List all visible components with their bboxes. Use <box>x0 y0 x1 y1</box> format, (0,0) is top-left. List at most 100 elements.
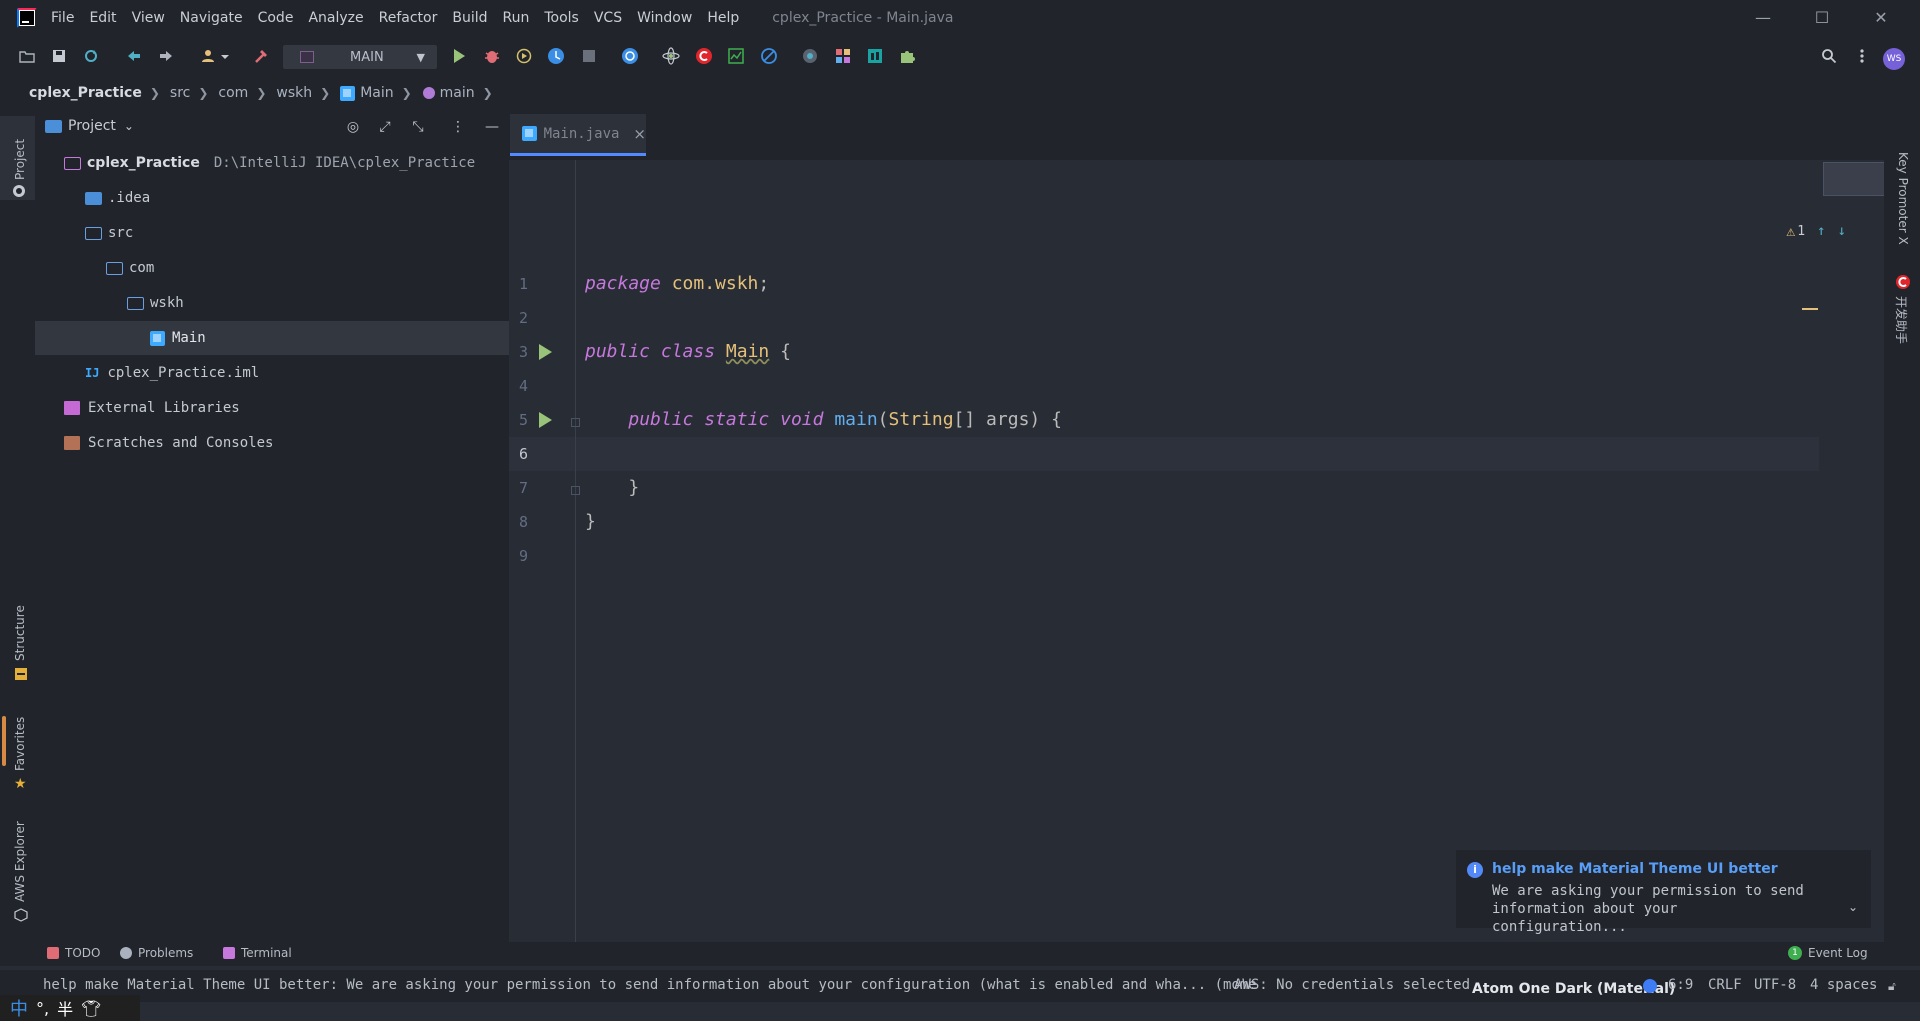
menu-vcs[interactable]: VCS <box>594 10 622 26</box>
back-arrow-icon[interactable] <box>124 46 144 66</box>
breadcrumb-src[interactable]: src <box>170 85 190 101</box>
profiler-icon[interactable] <box>546 46 566 66</box>
run-main-icon[interactable] <box>539 412 552 428</box>
line-number: 2 <box>518 309 528 327</box>
maximize-button[interactable]: ☐ <box>1810 6 1834 30</box>
code-minimap[interactable] <box>1823 162 1885 196</box>
code-line-5: public static void main(String[] args) { <box>628 409 1062 430</box>
menu-navigate[interactable]: Navigate <box>180 10 243 26</box>
ime-punctuation-icon[interactable]: °, <box>36 999 49 1018</box>
stop-icon[interactable] <box>579 46 599 66</box>
search-icon[interactable] <box>1819 46 1839 66</box>
vcs-users-icon[interactable] <box>200 46 230 66</box>
menu-build[interactable]: Build <box>452 10 487 26</box>
run-configuration-selector[interactable]: MAIN ▼ <box>283 45 437 69</box>
collapse-all-icon[interactable]: ⤡ <box>409 118 427 136</box>
caret-position[interactable]: 6:9 <box>1668 977 1693 993</box>
record-plugin-icon[interactable] <box>800 46 820 66</box>
run-class-icon[interactable] <box>539 344 552 360</box>
menu-help[interactable]: Help <box>707 10 739 26</box>
line-separator[interactable]: CRLF <box>1708 977 1742 993</box>
terminal-tab[interactable]: Terminal <box>223 946 292 960</box>
locate-target-icon[interactable]: ◎ <box>344 118 362 136</box>
menu-view[interactable]: View <box>132 10 165 26</box>
layout-plugin-icon[interactable] <box>833 46 853 66</box>
project-tool-tab[interactable]: Project <box>0 116 35 200</box>
panel-options-icon[interactable]: ⋮ <box>449 118 467 136</box>
disable-icon[interactable] <box>759 46 779 66</box>
menu-code[interactable]: Code <box>258 10 294 26</box>
breadcrumb-project[interactable]: cplex_Practice <box>29 85 142 101</box>
chevron-down-icon[interactable]: ⌄ <box>124 119 134 133</box>
problems-tab[interactable]: Problems <box>120 946 193 960</box>
build-hammer-icon[interactable] <box>251 46 271 66</box>
database-plugin-icon[interactable] <box>865 46 885 66</box>
hide-panel-icon[interactable]: — <box>483 118 501 136</box>
tree-item-main[interactable]: Main <box>35 321 509 355</box>
warning-stripe-marker[interactable] <box>1802 308 1818 310</box>
status-message[interactable]: help make Material Theme UI better: We a… <box>43 977 1257 993</box>
run-icon[interactable] <box>449 46 469 66</box>
menu-tools[interactable]: Tools <box>544 10 579 26</box>
file-encoding[interactable]: UTF-8 <box>1754 977 1796 993</box>
menu-file[interactable]: File <box>51 10 74 26</box>
breadcrumb-main-class[interactable]: Main <box>360 85 393 101</box>
user-avatar[interactable]: WS <box>1883 48 1905 70</box>
menu-run[interactable]: Run <box>503 10 530 26</box>
breadcrumb-main-method[interactable]: main <box>422 85 475 101</box>
tree-item-com[interactable]: com <box>35 251 509 285</box>
aws-credentials-status[interactable]: AWS: No credentials selected <box>1234 977 1470 993</box>
code-plugin-icon[interactable] <box>694 46 714 66</box>
warning-counter[interactable]: ⚠ 1 <box>1786 222 1805 240</box>
previous-highlight-icon[interactable]: ↑ <box>1817 223 1825 239</box>
tree-item-iml[interactable]: IJ cplex_Practice.iml <box>35 356 509 390</box>
ime-taskbar: 中 °, 半 👕︎ <box>0 995 140 1021</box>
monitor-plugin-icon[interactable] <box>726 46 746 66</box>
menu-window[interactable]: Window <box>637 10 692 26</box>
ime-skin-icon[interactable]: 👕︎ <box>81 999 101 1018</box>
indent-settings[interactable]: 4 spaces <box>1810 977 1877 993</box>
notification-title[interactable]: help make Material Theme UI better <box>1492 861 1778 877</box>
code-editor[interactable]: 1 2 3 4 5 6 7 8 9 package com.wskh; publ… <box>509 160 1884 957</box>
close-window-button[interactable]: ✕ <box>1869 6 1893 30</box>
expand-notification-icon[interactable]: ⌄ <box>1848 900 1858 914</box>
debug-icon[interactable] <box>482 46 502 66</box>
editor-tab-main-java[interactable]: Main.java × <box>510 114 646 156</box>
expand-all-icon[interactable]: ⤢ <box>376 118 394 136</box>
notification-balloon[interactable]: i help make Material Theme UI better We … <box>1456 850 1871 935</box>
atom-plugin-icon[interactable] <box>661 46 681 66</box>
menu-analyze[interactable]: Analyze <box>308 10 363 26</box>
tree-item-path: D:\IntelliJ IDEA\cplex_Practice <box>213 155 476 171</box>
save-all-icon[interactable] <box>49 46 69 66</box>
open-folder-icon[interactable] <box>17 46 37 66</box>
more-options-icon[interactable] <box>1852 46 1872 66</box>
menu-edit[interactable]: Edit <box>89 10 116 26</box>
breadcrumb-com[interactable]: com <box>218 85 248 101</box>
todo-tab[interactable]: TODO <box>47 946 100 960</box>
tree-item-wskh[interactable]: wskh <box>35 286 509 320</box>
tree-item-project-root[interactable]: cplex_Practice D:\IntelliJ IDEA\cplex_Pr… <box>35 146 509 180</box>
next-highlight-icon[interactable]: ↓ <box>1838 223 1846 239</box>
run-with-coverage-icon[interactable] <box>514 46 534 66</box>
close-tab-icon[interactable]: × <box>633 125 646 143</box>
project-view-title[interactable]: Project <box>68 118 116 134</box>
tree-item-src[interactable]: src <box>35 216 509 250</box>
chevron-right-icon: ❯ <box>482 86 493 100</box>
minimize-button[interactable]: — <box>1751 6 1775 30</box>
inspection-widget[interactable]: ⚠ 1 ↑ ↓ <box>1786 222 1846 240</box>
ime-halfwidth-icon[interactable]: 半 <box>57 996 73 1020</box>
menu-refactor[interactable]: Refactor <box>379 10 438 26</box>
puzzle-plugin-icon[interactable] <box>898 46 918 66</box>
fold-marker-icon[interactable] <box>571 486 580 495</box>
tree-item-scratches[interactable]: Scratches and Consoles <box>35 426 509 460</box>
plugin-a-icon[interactable] <box>620 46 640 66</box>
breadcrumb-wskh[interactable]: wskh <box>276 85 312 101</box>
sync-icon[interactable] <box>81 46 101 66</box>
tree-item-external-libraries[interactable]: External Libraries <box>35 391 509 425</box>
lock-icon[interactable]: 🔓︎ <box>1888 979 1896 994</box>
fold-marker-icon[interactable] <box>571 418 580 427</box>
event-log-tab[interactable]: 1 Event Log <box>1788 946 1868 960</box>
ime-chinese-icon[interactable]: 中 <box>10 995 28 1021</box>
tree-item-idea[interactable]: .idea <box>35 181 509 215</box>
forward-arrow-icon[interactable] <box>156 46 176 66</box>
